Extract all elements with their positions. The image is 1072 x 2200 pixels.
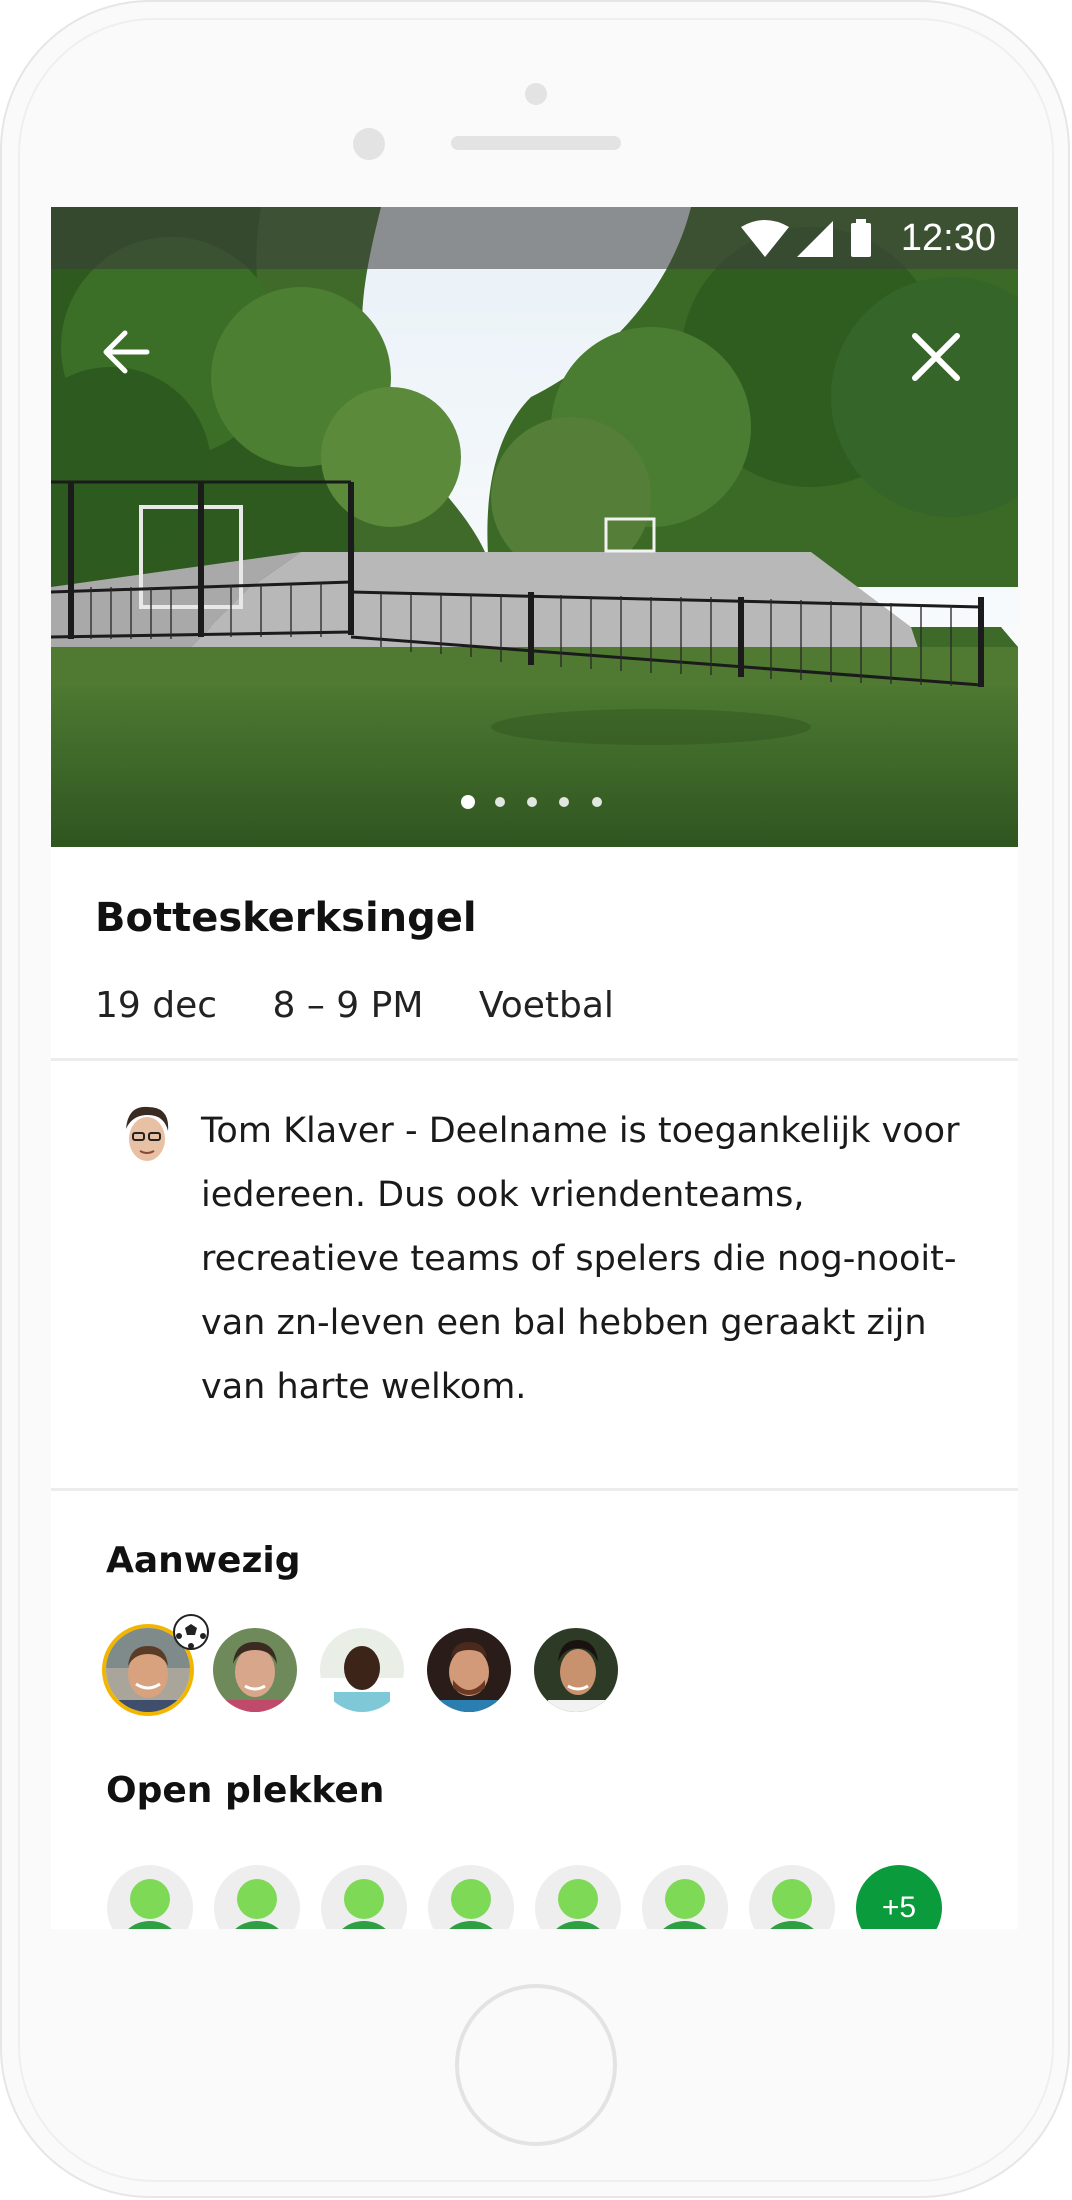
description-text: Tom Klaver - Deelname is toegankelijk vo… [201,1111,960,1407]
open-spot-slot[interactable] [321,1865,407,1929]
open-spot-slot[interactable] [749,1865,835,1929]
attendee-avatar[interactable] [213,1628,297,1712]
open-spot-slot[interactable] [214,1865,300,1929]
soccer-ball-icon [173,1614,209,1650]
venue-photo-carousel[interactable]: 12:30 [51,207,1018,847]
back-button[interactable] [91,317,161,387]
status-time: 12:30 [900,217,996,259]
signal-icon [797,221,833,257]
battery-icon [851,223,871,257]
open-spot-slot[interactable] [535,1865,621,1929]
carousel-dot[interactable] [592,797,602,807]
proximity-sensor [525,83,547,105]
carousel-dot[interactable] [527,797,537,807]
arrow-left-icon [103,330,150,374]
venue-photo [51,207,1018,847]
person-placeholder-icon [342,1879,386,1929]
organizer-avatar[interactable] [114,1101,180,1167]
carousel-indicator[interactable] [51,793,1018,813]
home-button[interactable] [455,1984,617,2146]
open-spot-slot[interactable] [107,1865,193,1929]
attendees-label: Aanwezig [106,1540,301,1581]
carousel-dot[interactable] [495,797,505,807]
event-description: Tom Klaver - Deelname is toegankelijk vo… [51,1061,1018,1491]
event-sport: Voetbal [478,985,614,1026]
open-spot-slot[interactable] [642,1865,728,1929]
carousel-dot[interactable] [559,797,569,807]
carousel-dot[interactable] [461,795,475,809]
event-meta: 19 dec 8 – 9 PM Voetbal [95,985,658,1026]
wifi-icon [741,220,789,257]
app-screen: 12:30 Botteskerksingel 19 dec 8 – 9 PM V… [51,207,1018,1929]
open-spots-label: Open plekken [106,1770,385,1811]
status-bar: 12:30 [51,207,1018,269]
attendee-avatar[interactable] [534,1628,618,1712]
close-icon [912,333,960,381]
earpiece-speaker [451,136,621,150]
event-info: Botteskerksingel 19 dec 8 – 9 PM Voetbal [51,847,1018,1061]
front-camera [353,128,385,160]
event-time: 8 – 9 PM [272,985,424,1026]
venue-title: Botteskerksingel [95,895,477,941]
person-placeholder-icon [128,1879,172,1929]
more-open-spots-badge[interactable]: +5 [856,1865,942,1929]
person-placeholder-icon [235,1879,279,1929]
attendee-avatar[interactable] [427,1628,511,1712]
person-placeholder-icon [556,1879,600,1929]
close-button[interactable] [901,322,971,392]
person-placeholder-icon [663,1879,707,1929]
open-spot-slot[interactable] [428,1865,514,1929]
attendee-avatar[interactable] [320,1628,404,1712]
event-date: 19 dec [95,985,218,1026]
person-placeholder-icon [770,1879,814,1929]
person-placeholder-icon [449,1879,493,1929]
